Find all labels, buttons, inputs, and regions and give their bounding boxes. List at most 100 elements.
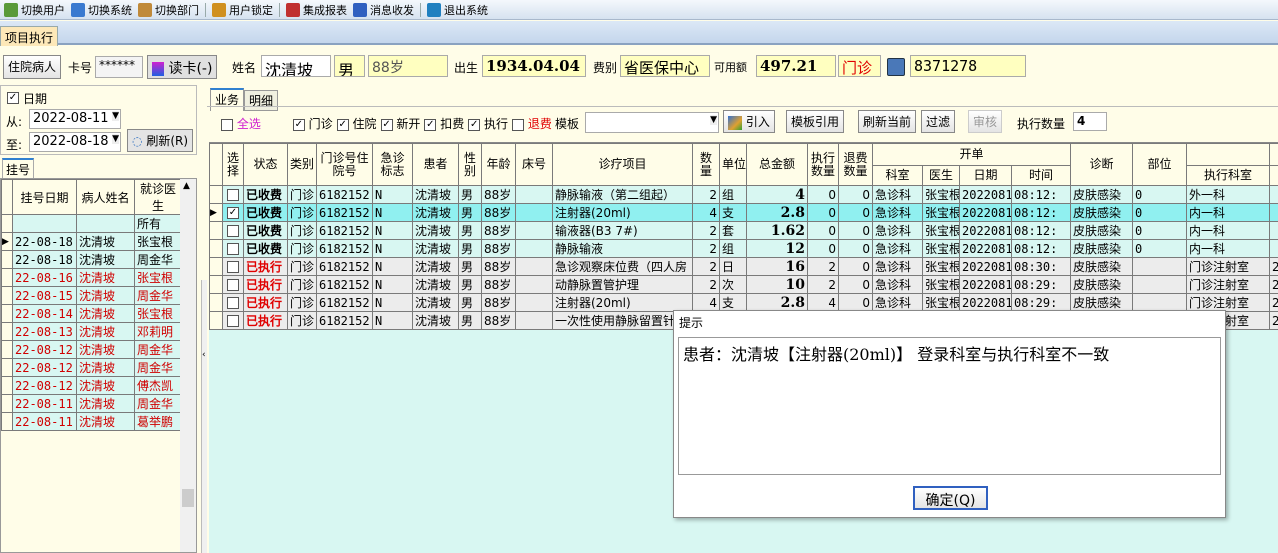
row-select[interactable]: [222, 185, 244, 204]
toolbar-switch-dept-button[interactable]: 切换部门: [138, 2, 199, 18]
col-select[interactable]: 选择: [222, 143, 244, 186]
refresh-button[interactable]: ◌ 刷新(R): [127, 129, 194, 152]
table-row[interactable]: 已执行 门诊 6182152 N 沈清坡男 88岁 急诊观察床位费（四人房 2 日 16 2 0 急诊科…: [209, 257, 1278, 276]
refresh-current-button[interactable]: 刷新当前: [858, 110, 917, 133]
card-icon[interactable]: [887, 58, 905, 76]
col-emergency[interactable]: 急诊标志: [372, 143, 413, 186]
chevron-down-icon[interactable]: ▼: [112, 134, 119, 144]
select-checkbox[interactable]: ✓: [227, 207, 239, 219]
registration-row[interactable]: ▶ 22-08-18 沈清坡 张宝根: [1, 232, 182, 251]
toolbar-report-button[interactable]: 集成报表: [286, 2, 347, 18]
registration-row[interactable]: 22-08-18 沈清坡 周金华: [1, 250, 182, 269]
col-item[interactable]: 诊疗项目: [552, 143, 693, 186]
row-select[interactable]: [222, 221, 244, 240]
option-checkbox[interactable]: ✓: [380, 118, 393, 131]
select-checkbox[interactable]: [227, 315, 239, 327]
filter-button[interactable]: 过滤: [921, 110, 956, 133]
template-ref-button[interactable]: 模板引用: [786, 110, 845, 133]
registration-row[interactable]: 22-08-11 沈清坡 周金华: [1, 394, 182, 413]
col-total[interactable]: 总金额: [746, 143, 808, 186]
col-visit-no[interactable]: 门诊号住院号: [316, 143, 373, 186]
table-row[interactable]: 已收费 门诊 6182152 N 沈清坡男 88岁 静脉输液（第二组起） 2 组 4 0 0 急诊科 张宝…: [209, 185, 1278, 204]
registration-row[interactable]: 22-08-14 沈清坡 张宝根: [1, 304, 182, 323]
date-checkbox[interactable]: ✓: [7, 92, 19, 104]
left-scrollbar[interactable]: ▲: [180, 179, 196, 552]
col-exec-qty[interactable]: 执行数量: [807, 143, 839, 186]
toolbar-exit-button[interactable]: 退出系统: [427, 2, 488, 18]
to-date-picker[interactable]: 2022-08-18 ▼: [29, 132, 121, 152]
col-exec-dept[interactable]: 执行科室: [1186, 165, 1271, 186]
select-checkbox[interactable]: [227, 297, 239, 309]
option-2[interactable]: ✓ 住院: [336, 115, 377, 132]
select-checkbox[interactable]: [227, 261, 239, 273]
option-checkbox[interactable]: [512, 118, 525, 131]
select-checkbox[interactable]: [227, 189, 239, 201]
registration-row[interactable]: 22-08-12 沈清坡 傅杰凯: [1, 376, 182, 395]
col-patient-name[interactable]: 病人姓名: [76, 179, 135, 215]
col-site[interactable]: 部位: [1132, 143, 1188, 186]
registration-row[interactable]: 22-08-12 沈清坡 周金华: [1, 340, 182, 359]
col-status[interactable]: 状态: [243, 143, 288, 186]
registration-row[interactable]: 22-08-12 沈清坡 周金华: [1, 358, 182, 377]
chevron-down-icon[interactable]: ▼: [112, 111, 119, 121]
option-checkbox[interactable]: [221, 118, 233, 131]
import-button[interactable]: 引入: [723, 110, 775, 133]
filter-all[interactable]: 所有: [134, 214, 182, 233]
col-patient[interactable]: 患者: [412, 143, 459, 186]
col-refund-qty[interactable]: 退费数量: [838, 143, 873, 186]
select-checkbox[interactable]: [227, 279, 239, 291]
registration-row[interactable]: 22-08-15 沈清坡 周金华: [1, 286, 182, 305]
patient-type-button[interactable]: 住院病人: [3, 55, 62, 79]
option-5[interactable]: ✓ 执行: [468, 115, 508, 132]
audit-button[interactable]: 审核: [968, 110, 1003, 133]
col-age[interactable]: 年龄: [481, 143, 516, 186]
row-select[interactable]: [222, 311, 244, 330]
select-checkbox[interactable]: [227, 225, 239, 237]
col-diagnosis[interactable]: 诊断: [1070, 143, 1134, 186]
option-checkbox[interactable]: ✓: [292, 118, 305, 131]
option-6[interactable]: 退费: [512, 115, 552, 132]
col-category[interactable]: 类别: [287, 143, 317, 186]
chevron-up-icon[interactable]: ▲: [183, 181, 190, 191]
chevron-down-icon[interactable]: ▼: [710, 115, 717, 125]
table-row[interactable]: 已执行 门诊 6182152 N 沈清坡男 88岁 注射器(20ml) 4 支 2.8 4 0 急诊科张…: [209, 293, 1278, 312]
option-0[interactable]: 全选: [221, 115, 261, 132]
col-dept[interactable]: 科室: [872, 165, 923, 186]
template-select[interactable]: ▼: [585, 112, 719, 133]
tab-registration[interactable]: 挂号: [2, 158, 35, 180]
card-no-field[interactable]: ******: [95, 56, 143, 78]
toolbar-switch-user-button[interactable]: 切换用户: [4, 2, 65, 18]
col-doctor[interactable]: 就诊医生: [134, 179, 182, 215]
table-row[interactable]: 已收费 门诊 6182152 N 沈清坡男 88岁 静脉输液 2 组 12 0 0 急诊科 张宝根 2022…: [209, 239, 1278, 258]
col-sex[interactable]: 性别: [458, 143, 482, 186]
toolbar-info-button[interactable]: 消息收发: [353, 2, 414, 18]
tab-project-execute[interactable]: 项目执行: [0, 26, 59, 46]
col-bed[interactable]: 床号: [515, 143, 553, 186]
select-checkbox[interactable]: [227, 243, 239, 255]
read-card-button[interactable]: 读卡(-): [147, 55, 218, 79]
option-3[interactable]: ✓ 新开: [380, 115, 420, 132]
tab-detail[interactable]: 明细: [244, 90, 279, 111]
toolbar-lock-user-button[interactable]: 用户锁定: [212, 2, 273, 18]
exec-qty-input[interactable]: 4: [1073, 112, 1107, 131]
option-checkbox[interactable]: ✓: [336, 118, 349, 131]
table-row[interactable]: ▶ ✓ 已收费 门诊 6182152 N 沈清坡男 88岁 注射器(20ml) 4 支 2.8 0 0 急诊…: [209, 203, 1278, 222]
ok-button[interactable]: 确定(Q): [913, 486, 988, 510]
tab-business[interactable]: 业务: [210, 88, 245, 111]
table-row[interactable]: 已收费 门诊 6182152 N 沈清坡男 88岁 输液器(B3 7#) 2 套 1.62 0 0 急诊…: [209, 221, 1278, 240]
table-row[interactable]: 已执行 门诊 6182152 N 沈清坡男 88岁 动静脉置管护理 2 次 10 2 0 急诊科 张宝根 2…: [209, 275, 1278, 294]
toolbar-switch-system-button[interactable]: 切换系统: [71, 2, 132, 18]
col-reg-date[interactable]: 挂号日期: [12, 179, 77, 215]
registration-row[interactable]: 22-08-11 沈清坡 葛举鹏: [1, 412, 182, 431]
col-date[interactable]: 日期: [959, 165, 1012, 186]
registration-row[interactable]: 22-08-16 沈清坡 张宝根: [1, 268, 182, 287]
col-unit[interactable]: 单位: [719, 143, 747, 186]
option-checkbox[interactable]: ✓: [424, 118, 437, 131]
option-checkbox[interactable]: ✓: [468, 118, 481, 131]
option-4[interactable]: ✓ 扣费: [424, 115, 464, 132]
col-doctor[interactable]: 医生: [922, 165, 960, 186]
row-select[interactable]: ✓: [222, 203, 244, 222]
row-select[interactable]: [222, 239, 244, 258]
col-time[interactable]: 时间: [1010, 165, 1072, 186]
from-date-picker[interactable]: 2022-08-11 ▼: [29, 109, 121, 129]
